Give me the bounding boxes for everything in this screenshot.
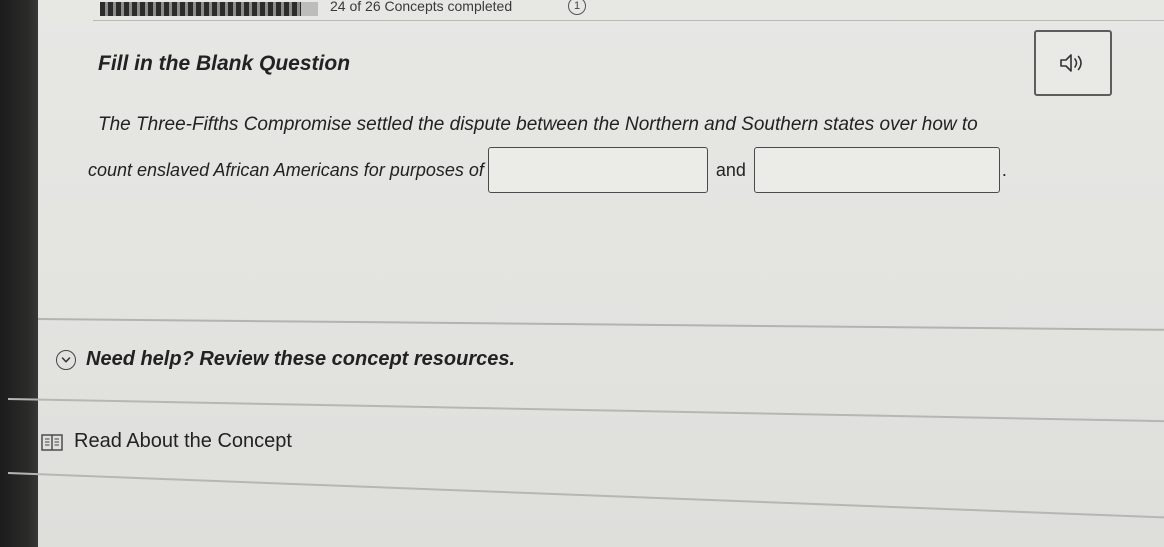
question-title: Fill in the Blank Question bbox=[98, 52, 351, 75]
book-icon bbox=[40, 432, 64, 452]
read-aloud-button[interactable] bbox=[1034, 30, 1112, 96]
divider bbox=[93, 20, 1164, 21]
question-text-prefix: count enslaved African Americans for pur… bbox=[88, 159, 484, 180]
info-badge[interactable]: 1 bbox=[568, 0, 586, 15]
help-toggle-label: Need help? Review these concept resource… bbox=[86, 348, 516, 370]
progress-bar-fill bbox=[100, 2, 301, 16]
answer-blank-2[interactable] bbox=[753, 147, 1000, 193]
question-conjunction: and bbox=[715, 159, 746, 180]
progress-text: 24 of 26 Concepts completed bbox=[330, 0, 513, 14]
sentence-period: . bbox=[1001, 159, 1007, 180]
speaker-icon bbox=[1060, 54, 1082, 72]
resource-read-about-concept[interactable]: Read About the Concept bbox=[40, 430, 292, 453]
help-panel: Need help? Review these concept resource… bbox=[7, 318, 1164, 547]
divider bbox=[7, 472, 1164, 519]
progress-bar bbox=[100, 2, 318, 16]
divider bbox=[7, 398, 1164, 423]
answer-blank-1[interactable] bbox=[487, 147, 708, 193]
concept-page: 24 of 26 Concepts completed 1 Fill in th… bbox=[7, 0, 1164, 547]
divider bbox=[37, 318, 1164, 331]
question-text-line2: count enslaved African Americans for pur… bbox=[88, 145, 1007, 195]
help-toggle[interactable]: Need help? Review these concept resource… bbox=[56, 348, 515, 371]
resource-label: Read About the Concept bbox=[74, 430, 292, 452]
question-text-line1: The Three-Fifths Compromise settled the … bbox=[98, 114, 978, 135]
chevron-down-icon bbox=[56, 349, 76, 370]
